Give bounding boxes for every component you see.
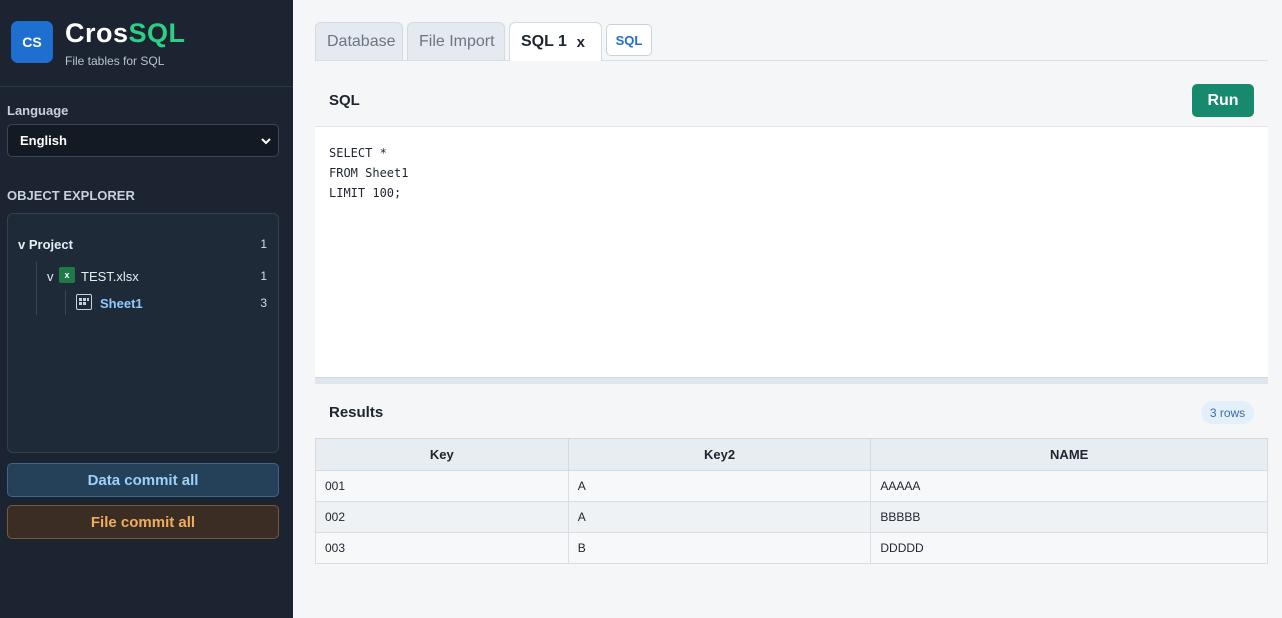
table-cell[interactable]: A [567, 501, 872, 533]
excel-file-icon: x [59, 267, 75, 283]
table-cell[interactable]: DDDDD [870, 532, 1268, 564]
tab-bar-divider [315, 60, 1268, 61]
results-table: Key Key2 NAME 001 A AAAAA 002 A BBBBB 00… [315, 438, 1268, 564]
app-title-part2: SQL [128, 18, 186, 48]
tree-count-sheet: 3 [260, 296, 267, 310]
table-row: 002 A BBBBB [315, 501, 1268, 533]
sidebar: CS CrosSQL File tables for SQL Language … [0, 0, 293, 618]
tab-file-import[interactable]: File Import [407, 22, 505, 60]
language-label: Language [7, 103, 69, 118]
tab-sql-1-label: SQL 1 [521, 33, 567, 50]
tree-item-sheet[interactable]: Sheet1 [100, 296, 143, 311]
close-icon[interactable]: x [577, 34, 585, 51]
app-title-part1: Cros [65, 18, 129, 48]
results-title: Results [329, 404, 384, 421]
table-cell[interactable]: BBBBB [870, 501, 1268, 533]
column-header[interactable]: Key2 [567, 438, 872, 471]
tree-item-project[interactable]: v Project [18, 237, 73, 252]
resize-handle[interactable] [315, 377, 1268, 384]
table-cell[interactable]: A [567, 470, 872, 502]
table-cell[interactable]: B [567, 532, 872, 564]
tree-guide-line [65, 290, 66, 315]
tree-item-file[interactable]: TEST.xlsx [81, 269, 139, 284]
table-grid-icon [76, 294, 92, 310]
file-commit-all-button[interactable]: File commit all [7, 505, 279, 539]
sql-editor[interactable]: SELECT * FROM Sheet1 LIMIT 100; [315, 127, 1268, 378]
row-count-badge: 3 rows [1201, 401, 1254, 424]
table-cell[interactable]: 003 [315, 532, 569, 564]
data-commit-all-button[interactable]: Data commit all [7, 463, 279, 497]
tree-count-project: 1 [260, 237, 267, 251]
table-header-row: Key Key2 NAME [315, 438, 1268, 471]
tree-label-project: Project [28, 237, 73, 252]
tab-database[interactable]: Database [315, 22, 403, 60]
table-row: 003 B DDDDD [315, 532, 1268, 564]
app-title: CrosSQL [65, 18, 186, 49]
app-subtitle: File tables for SQL [65, 54, 165, 68]
logo-badge: CS [11, 21, 53, 63]
table-row: 001 A AAAAA [315, 470, 1268, 502]
sql-panel-header: SQL Run [315, 74, 1268, 127]
language-select[interactable]: English [7, 124, 279, 157]
tree-guide-line [36, 262, 37, 315]
column-header[interactable]: Key [315, 438, 569, 471]
tab-sql-1[interactable]: SQL 1 x [509, 22, 602, 61]
chevron-down-icon [261, 138, 271, 145]
table-cell[interactable]: AAAAA [870, 470, 1268, 502]
table-cell[interactable]: 002 [315, 501, 569, 533]
object-explorer-label: OBJECT EXPLORER [7, 188, 135, 203]
table-cell[interactable]: 001 [315, 470, 569, 502]
run-button[interactable]: Run [1192, 84, 1254, 117]
tree-toggle-file[interactable]: v [47, 269, 54, 284]
new-sql-tab-button[interactable]: SQL [606, 24, 652, 56]
tree-toggle-project[interactable]: v [18, 237, 25, 252]
language-selected-value: English [20, 133, 67, 148]
brand-header: CS CrosSQL File tables for SQL [0, 0, 293, 87]
tree-count-file: 1 [260, 269, 267, 283]
column-header[interactable]: NAME [870, 438, 1268, 471]
sql-panel-title: SQL [329, 92, 360, 109]
object-explorer-panel: v Project 1 v x TEST.xlsx 1 Sheet1 3 [7, 213, 279, 453]
